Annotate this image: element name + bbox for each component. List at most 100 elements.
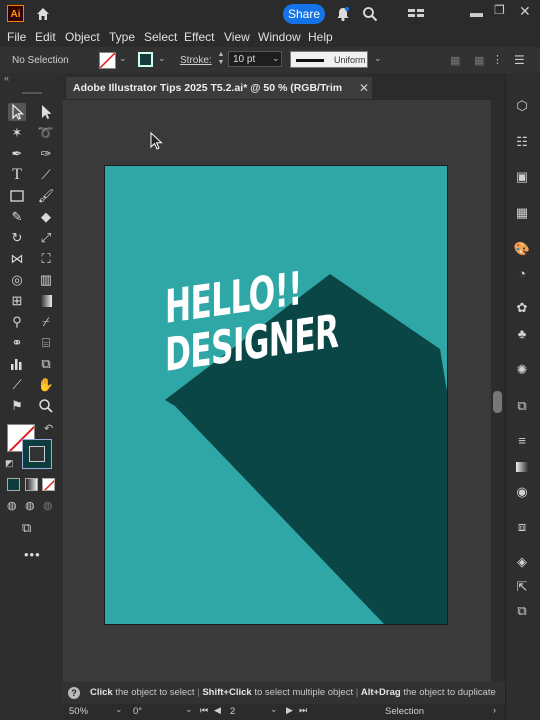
none-mode-icon[interactable] <box>42 478 55 491</box>
libraries-icon[interactable]: ▣ <box>513 168 531 186</box>
help-icon[interactable]: ? <box>68 687 80 699</box>
color-guide-icon[interactable]: ◔ <box>513 265 531 283</box>
column-graph-tool-icon[interactable] <box>8 355 26 373</box>
menu-window[interactable]: Window <box>258 27 301 47</box>
symbol-sprayer-tool-icon[interactable]: ⌸ <box>37 334 55 352</box>
share-button[interactable]: Share <box>283 4 325 24</box>
color-panel-icon[interactable]: 🎨 <box>513 240 531 258</box>
stroke-indicator[interactable] <box>22 439 52 469</box>
type-tool-icon[interactable]: T <box>8 166 26 184</box>
paintbrush-tool-icon[interactable]: 🖌 <box>37 187 55 205</box>
edit-toolbar-icon[interactable]: ••• <box>24 547 41 562</box>
vertical-scroll-thumb[interactable] <box>493 391 502 413</box>
zoom-tool-icon[interactable] <box>37 397 55 415</box>
menu-select[interactable]: Select <box>144 27 177 47</box>
stroke-weight-chevron-icon[interactable]: ⌄ <box>272 53 280 64</box>
first-artboard-icon[interactable]: ⏮ <box>200 705 208 716</box>
magic-wand-tool-icon[interactable]: ✶ <box>8 124 26 142</box>
align-grid-icon[interactable]: ▦ <box>450 54 462 67</box>
rotation-field[interactable]: 0° <box>133 706 142 717</box>
bell-icon[interactable] <box>335 6 351 25</box>
minimize-icon[interactable]: ▬ <box>470 5 483 20</box>
color-mode-icon[interactable] <box>7 478 20 491</box>
next-artboard-icon[interactable]: ▶ <box>286 705 293 716</box>
menu-help[interactable]: Help <box>308 27 333 47</box>
stroke-panel-icon[interactable]: ≡ <box>513 432 531 450</box>
zoom-chevron-icon[interactable]: ⌄ <box>115 704 123 715</box>
properties-icon[interactable]: ☷ <box>513 133 531 151</box>
menu-type[interactable]: Type <box>109 27 135 47</box>
stroke-color-swatch[interactable] <box>138 52 153 67</box>
panel-menu-icon[interactable]: ☰ <box>514 53 525 67</box>
measure-tool-icon[interactable]: ⌿ <box>37 313 55 331</box>
layers-icon[interactable]: ◈ <box>513 553 531 571</box>
fill-color-swatch[interactable] <box>99 52 116 69</box>
stroke-weight-stepper[interactable]: ▲ ▼ <box>216 51 226 68</box>
control-bar-menu-icon[interactable]: ⋮ <box>492 53 503 66</box>
slice-tool-icon[interactable]: ⟋ <box>8 376 26 394</box>
selection-tool-icon[interactable] <box>8 103 26 121</box>
home-icon[interactable] <box>35 6 51 22</box>
fill-dropdown-chevron-icon[interactable]: ⌄ <box>119 53 127 64</box>
tab-close-icon[interactable]: ✕ <box>359 77 369 99</box>
gradient-mode-icon[interactable] <box>25 478 38 491</box>
menu-file[interactable]: File <box>7 27 26 47</box>
eraser-tool-icon[interactable]: ◆ <box>37 208 55 226</box>
scale-tool-icon[interactable]: ⤢ <box>37 229 55 247</box>
pen-tool-icon[interactable]: ✒ <box>8 145 26 163</box>
transform-icon[interactable]: ▦ <box>474 54 486 67</box>
eyedropper-tool-icon[interactable]: ⚲ <box>8 313 26 331</box>
artboard-chevron-icon[interactable]: ⌄ <box>270 704 278 715</box>
default-fill-stroke-icon[interactable]: ◩ <box>5 458 14 469</box>
hand-tool-icon[interactable]: ✋ <box>37 376 55 394</box>
draw-behind-icon[interactable]: ◍ <box>25 499 35 512</box>
gradient-tool-icon[interactable] <box>37 292 55 310</box>
restore-icon[interactable]: ❐ <box>494 3 505 17</box>
artboard-number-field[interactable]: 2 <box>230 706 235 717</box>
search-icon[interactable] <box>362 6 378 25</box>
gradient-panel-icon[interactable] <box>513 458 531 476</box>
mesh-tool-icon[interactable]: ⊞ <box>8 292 26 310</box>
rotation-chevron-icon[interactable]: ⌄ <box>185 704 193 715</box>
asset-export-icon[interactable]: ✺ <box>513 361 531 379</box>
3d-materials-icon[interactable]: ⬡ <box>513 97 531 115</box>
screen-mode-icon[interactable]: ⧉ <box>22 520 31 536</box>
blend-tool-icon[interactable]: ⚭ <box>8 334 26 352</box>
direct-selection-tool-icon[interactable] <box>37 103 55 121</box>
close-window-icon[interactable]: ✕ <box>519 3 531 20</box>
artboard[interactable]: HELLO!! DESIGNER <box>104 165 448 625</box>
line-segment-tool-icon[interactable]: ⟋ <box>37 166 55 184</box>
menu-object[interactable]: Object <box>65 27 100 47</box>
shape-builder-tool-icon[interactable]: ◎ <box>8 271 26 289</box>
stroke-profile-chevron-icon[interactable]: ⌄ <box>374 53 382 64</box>
graphic-styles-icon[interactable]: ⧈ <box>513 518 531 536</box>
collapse-tools-icon[interactable]: « <box>4 73 9 83</box>
stroke-label[interactable]: Stroke: <box>180 55 212 66</box>
artboards-panel-icon[interactable]: ⧉ <box>513 602 531 620</box>
status-menu-icon[interactable]: › <box>493 705 496 715</box>
lasso-tool-icon[interactable]: ➰ <box>37 124 55 142</box>
rotate-tool-icon[interactable]: ↻ <box>8 229 26 247</box>
transparency-icon[interactable]: ◉ <box>513 483 531 501</box>
previous-artboard-icon[interactable]: ◀ <box>214 705 221 716</box>
tools-grip[interactable] <box>22 92 42 94</box>
free-transform-tool-icon[interactable]: ⛶ <box>37 250 55 268</box>
stroke-dropdown-chevron-icon[interactable]: ⌄ <box>158 53 166 64</box>
document-tab[interactable]: Adobe Illustrator Tips 2025 T5.2.ai* @ 5… <box>66 77 372 116</box>
rectangle-tool-icon[interactable] <box>8 187 26 205</box>
draw-normal-icon[interactable]: ◍ <box>7 499 17 512</box>
menu-edit[interactable]: Edit <box>35 27 56 47</box>
pathfinder-icon[interactable]: ⧉ <box>513 397 531 415</box>
menu-view[interactable]: View <box>224 27 250 47</box>
export-icon[interactable]: ⇱ <box>513 578 531 596</box>
layers-panel-icon[interactable]: ▦ <box>513 204 531 222</box>
zoom-level-field[interactable]: 50% <box>69 706 88 717</box>
stroke-profile-select[interactable]: Uniform <box>290 51 368 68</box>
menu-effect[interactable]: Effect <box>184 27 214 47</box>
last-artboard-icon[interactable]: ⏭ <box>299 705 307 716</box>
width-tool-icon[interactable]: ⋈ <box>8 250 26 268</box>
swap-fill-stroke-icon[interactable]: ↶ <box>44 422 53 435</box>
perspective-grid-tool-icon[interactable]: ▥ <box>37 271 55 289</box>
brushes-icon[interactable]: ✿ <box>513 299 531 317</box>
arrange-documents-icon[interactable] <box>408 8 426 23</box>
